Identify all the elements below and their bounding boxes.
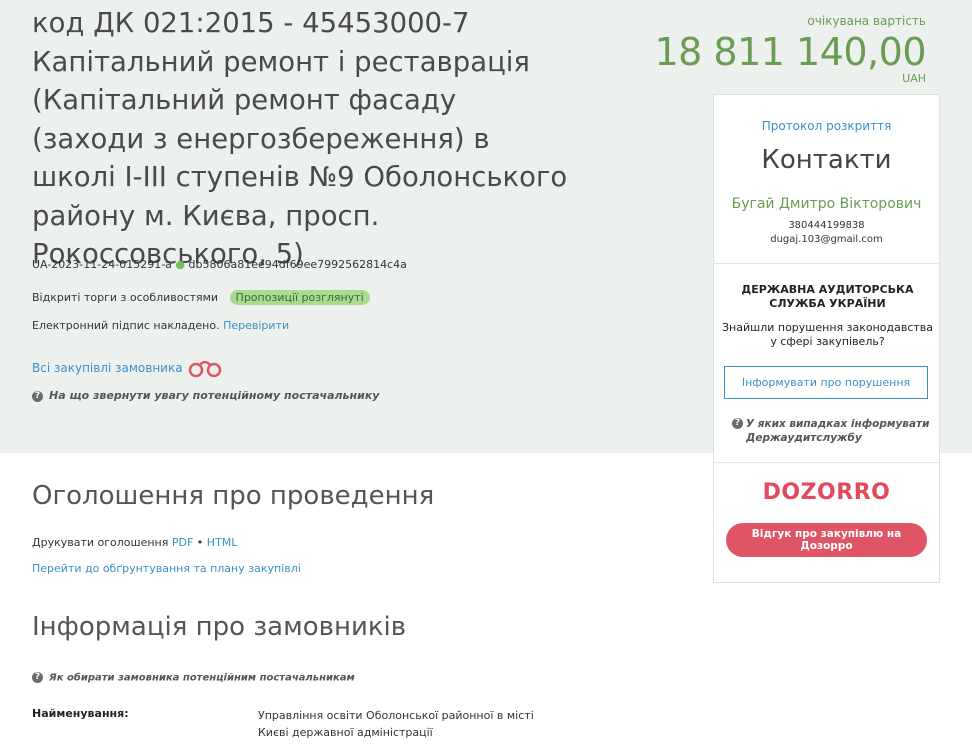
- audit-title: ДЕРЖАВНА АУДИТОРСЬКА СЛУЖБА УКРАЇНИ: [741, 283, 914, 310]
- expected-value-amount: 18 811 140,00: [654, 30, 926, 74]
- audit-help[interactable]: ? У яких випадках інформувати Держаудитс…: [732, 417, 932, 445]
- contact-phone: 380444199838: [788, 220, 865, 231]
- tender-id: UA-2023-11-24-015291-a: [32, 258, 172, 271]
- dot-icon: ●: [175, 258, 186, 271]
- customer-name-label: Найменування:: [32, 707, 129, 720]
- announcement-heading: Оголошення про проведення: [32, 481, 435, 511]
- binoculars-icon[interactable]: [187, 357, 223, 379]
- status-badge: Пропозиції розглянуті: [229, 290, 370, 305]
- panel-divider: [714, 263, 939, 264]
- plan-link[interactable]: Перейти до обґрунтування та плану закупі…: [32, 562, 301, 575]
- dozorro-review-button[interactable]: Відгук про закупівлю на Дозорро: [726, 523, 927, 557]
- contacts-panel: Протокол розкриття Контакти Бугай Дмитро…: [713, 94, 940, 583]
- tender-title: код ДК 021:2015 - 45453000-7 Капітальний…: [32, 7, 568, 270]
- audit-help-text: У яких випадках інформувати Держаудитслу…: [746, 418, 930, 444]
- tender-hash: db5806a81ee94df69ee7992562814c4a: [188, 258, 407, 271]
- customer-help[interactable]: ? Як обирати замовника потенційним постач…: [32, 672, 355, 684]
- print-pdf-link[interactable]: PDF: [172, 536, 193, 549]
- all-purchases-line: Всі закупівлі замовника: [32, 361, 183, 375]
- plan-line: Перейти до обґрунтування та плану закупі…: [32, 562, 301, 575]
- separator-dot: •: [196, 536, 204, 549]
- print-line: Друкувати оголошення PDF • HTML: [32, 536, 237, 549]
- contacts-heading: Контакти: [761, 145, 892, 175]
- signature-line: Електронний підпис накладено. Перевірити: [32, 319, 289, 332]
- question-icon: ?: [32, 672, 43, 683]
- protocol-link[interactable]: Протокол розкриття: [714, 119, 939, 133]
- expected-value-currency: UAH: [902, 72, 926, 85]
- audit-text: Знайшли порушення законодавства у сфері …: [722, 321, 934, 348]
- procedure-type: Відкриті торги з особливостями: [32, 291, 219, 304]
- signature-text: Електронний підпис накладено.: [32, 319, 220, 332]
- panel-divider: [714, 462, 939, 463]
- supplier-help-text: На що звернути увагу потенційному постач…: [49, 389, 380, 402]
- question-icon: ?: [732, 418, 743, 429]
- tender-id-line: UA-2023-11-24-015291-a ● db5806a81ee94df…: [32, 258, 407, 271]
- procedure-line: Відкриті торги з особливостями Пропозиці…: [32, 290, 370, 305]
- expected-value-label: очікувана вартість: [807, 14, 926, 28]
- customer-help-text: Як обирати замовника потенційним постача…: [49, 672, 355, 684]
- dozorro-logo: DOZORRO: [762, 480, 891, 505]
- supplier-help[interactable]: ? На що звернути увагу потенційному поста…: [32, 389, 379, 402]
- contact-email: dugaj.103@gmail.com: [770, 234, 883, 245]
- customers-heading: Інформація про замовників: [32, 612, 407, 642]
- verify-link[interactable]: Перевірити: [223, 319, 289, 332]
- inform-violation-button[interactable]: Інформувати про порушення: [724, 366, 928, 399]
- print-label: Друкувати оголошення: [32, 536, 169, 549]
- print-html-link[interactable]: HTML: [207, 536, 238, 549]
- question-icon: ?: [32, 390, 43, 402]
- contact-name: Бугай Дмитро Вікторович: [731, 196, 922, 212]
- all-purchases-link[interactable]: Всі закупівлі замовника: [32, 361, 183, 375]
- customer-name-value: Управління освіти Оболонської районної в…: [258, 709, 534, 739]
